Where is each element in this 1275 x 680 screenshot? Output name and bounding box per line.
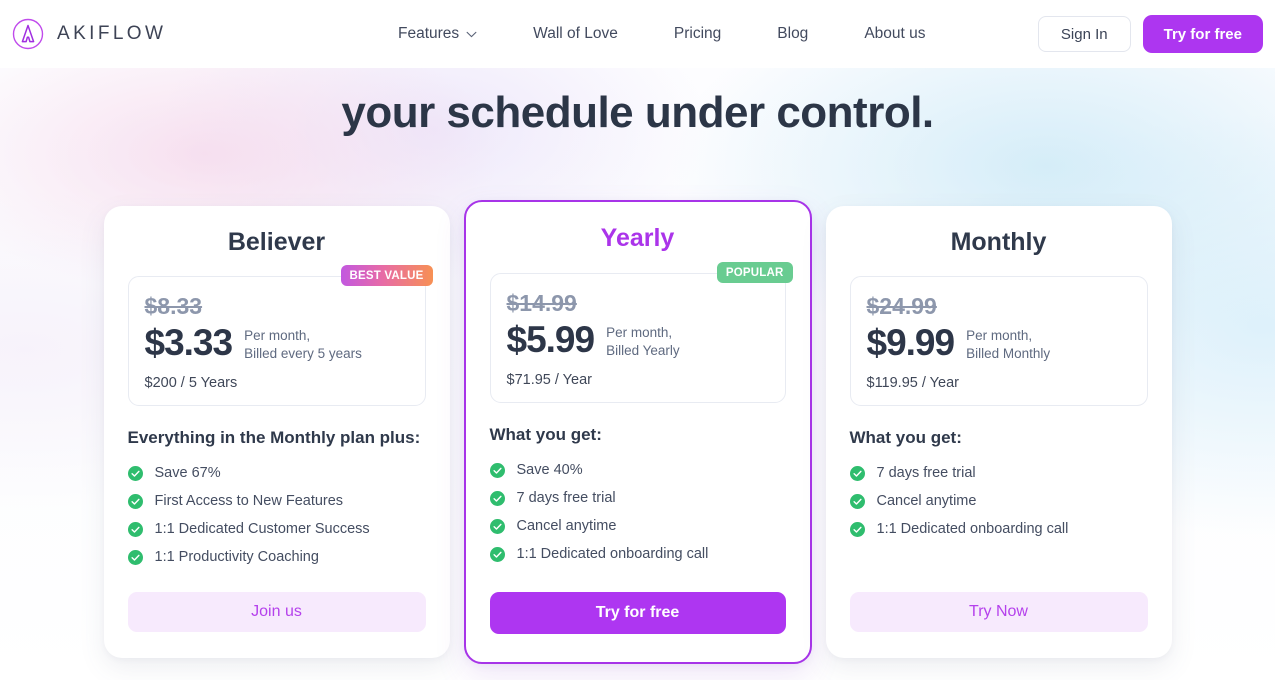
price-current-yearly: $5.99 (506, 319, 596, 360)
nav-link-pricing-label: Pricing (673, 25, 722, 42)
price-total-monthly: $119.95 / Year (866, 375, 959, 391)
check-circle-icon (489, 490, 505, 506)
nav-link-wall-of-love-label: Wall of Love (533, 25, 618, 42)
price-note-monthly: Per month, Billed Monthly (966, 324, 1050, 362)
check-circle-icon (127, 493, 143, 509)
plan-card-believer[interactable]: Believer BEST VALUE $8.33 $3.33 Per mont… (103, 206, 450, 658)
list-item: 7 days free trial (849, 465, 1148, 481)
price-note-believer: Per month, Billed every 5 years (244, 324, 362, 362)
check-circle-icon (489, 546, 505, 562)
feature-label: 7 days free trial (516, 490, 616, 506)
nav-link-blog[interactable]: Blog (777, 25, 808, 43)
badge-popular: POPULAR (716, 262, 793, 283)
check-circle-icon (849, 465, 865, 481)
chevron-down-icon (466, 31, 477, 37)
check-circle-icon (127, 549, 143, 565)
price-note-line2: Billed Monthly (966, 345, 1051, 361)
nav-link-wall-of-love[interactable]: Wall of Love (533, 25, 618, 43)
nav-link-features[interactable]: Features (398, 25, 477, 43)
plan-title-yearly: Yearly (600, 224, 675, 252)
badge-best-value: BEST VALUE (340, 265, 433, 286)
list-item: Cancel anytime (849, 493, 1148, 509)
price-current-row-yearly: $5.99 Per month, Billed Yearly (507, 319, 769, 361)
list-item: First Access to New Features (127, 493, 426, 509)
features-list-monthly: 7 days free trial Cancel anytime 1:1 Ded… (849, 465, 1148, 537)
nav-link-features-label: Features (398, 25, 460, 42)
try-for-free-button[interactable]: Try for free (1142, 15, 1263, 53)
price-box-yearly: POPULAR $14.99 $5.99 Per month, Billed Y… (489, 262, 793, 403)
price-current-row-monthly: $9.99 Per month, Billed Monthly (867, 322, 1131, 364)
price-box-monthly: $24.99 $9.99 Per month, Billed Monthly $… (849, 276, 1148, 406)
price-box-believer: BEST VALUE $8.33 $3.33 Per month, Billed… (127, 265, 433, 406)
price-current-row-believer: $3.33 Per month, Billed every 5 years (145, 322, 409, 364)
price-total-believer: $200 / 5 Years (144, 375, 238, 391)
nav-actions: Sign In Try for free (1037, 0, 1263, 68)
list-item: 1:1 Dedicated onboarding call (489, 546, 786, 562)
feature-label: Cancel anytime (516, 518, 617, 534)
nav-links: Features Wall of Love Pricing Blog About… (398, 0, 926, 68)
list-item: 1:1 Productivity Coaching (127, 549, 426, 565)
plan-cta-believer[interactable]: Join us (127, 592, 426, 632)
feature-label: 1:1 Productivity Coaching (154, 549, 319, 565)
check-circle-icon (849, 521, 865, 537)
sign-in-button[interactable]: Sign In (1037, 16, 1131, 52)
check-circle-icon (127, 465, 143, 481)
price-original-believer: $8.33 (144, 293, 203, 319)
brand-name: AKIFLOW (57, 23, 167, 44)
nav-link-blog-label: Blog (777, 25, 809, 42)
list-item: 1:1 Dedicated onboarding call (849, 521, 1148, 537)
price-note-line1: Per month, (606, 325, 673, 341)
plan-cta-monthly[interactable]: Try Now (849, 592, 1148, 632)
features-title-yearly: What you get: (489, 425, 602, 444)
feature-label: 7 days free trial (876, 465, 976, 481)
price-original-yearly: $14.99 (506, 290, 577, 316)
price-original-monthly: $24.99 (866, 293, 937, 319)
plan-title-believer: Believer (227, 228, 326, 256)
list-item: Cancel anytime (489, 518, 786, 534)
feature-label: Save 67% (154, 465, 221, 481)
features-title-believer: Everything in the Monthly plan plus: (127, 428, 421, 447)
price-note-line1: Per month, (966, 328, 1033, 344)
plan-cta-yearly[interactable]: Try for free (489, 592, 786, 634)
check-circle-icon (849, 493, 865, 509)
price-note-yearly: Per month, Billed Yearly (606, 321, 680, 359)
nav-link-about-us-label: About us (864, 25, 926, 42)
nav-link-pricing[interactable]: Pricing (674, 25, 721, 43)
brand-logo[interactable]: AKIFLOW (12, 18, 166, 50)
list-item: Save 67% (127, 465, 426, 481)
feature-label: 1:1 Dedicated Customer Success (154, 521, 370, 537)
top-navigation-bar: AKIFLOW Features Wall of Love Pricing Bl… (0, 0, 1275, 68)
list-item: Save 40% (489, 462, 786, 478)
list-item: 1:1 Dedicated Customer Success (127, 521, 426, 537)
plan-card-monthly[interactable]: Monthly $24.99 $9.99 Per month, Billed M… (825, 206, 1172, 658)
features-title-monthly: What you get: (849, 428, 962, 447)
check-circle-icon (489, 518, 505, 534)
price-note-line2: Billed every 5 years (244, 345, 362, 361)
list-item: 7 days free trial (489, 490, 786, 506)
price-note-line1: Per month, (244, 328, 311, 344)
nav-link-about-us[interactable]: About us (864, 25, 925, 43)
features-list-yearly: Save 40% 7 days free trial Cancel anytim… (489, 462, 786, 562)
feature-label: Cancel anytime (876, 493, 977, 509)
price-current-believer: $3.33 (144, 322, 234, 363)
pricing-plans-row: Believer BEST VALUE $8.33 $3.33 Per mont… (0, 200, 1275, 670)
check-circle-icon (127, 521, 143, 537)
akiflow-circle-a-logo-icon (12, 18, 44, 50)
feature-label: 1:1 Dedicated onboarding call (516, 546, 709, 562)
pricing-page: AKIFLOW Features Wall of Love Pricing Bl… (0, 0, 1275, 680)
feature-label: Save 40% (516, 462, 583, 478)
price-note-line2: Billed Yearly (606, 342, 680, 358)
plan-title-monthly: Monthly (950, 228, 1047, 256)
check-circle-icon (489, 462, 505, 478)
features-list-believer: Save 67% First Access to New Features 1:… (127, 465, 426, 565)
feature-label: First Access to New Features (154, 493, 344, 509)
price-total-yearly: $71.95 / Year (506, 372, 592, 388)
feature-label: 1:1 Dedicated onboarding call (876, 521, 1069, 537)
plan-card-yearly[interactable]: Yearly POPULAR $14.99 $5.99 Per month, B… (463, 200, 812, 664)
page-headline: your schedule under control. (341, 88, 934, 137)
price-current-monthly: $9.99 (866, 322, 956, 363)
